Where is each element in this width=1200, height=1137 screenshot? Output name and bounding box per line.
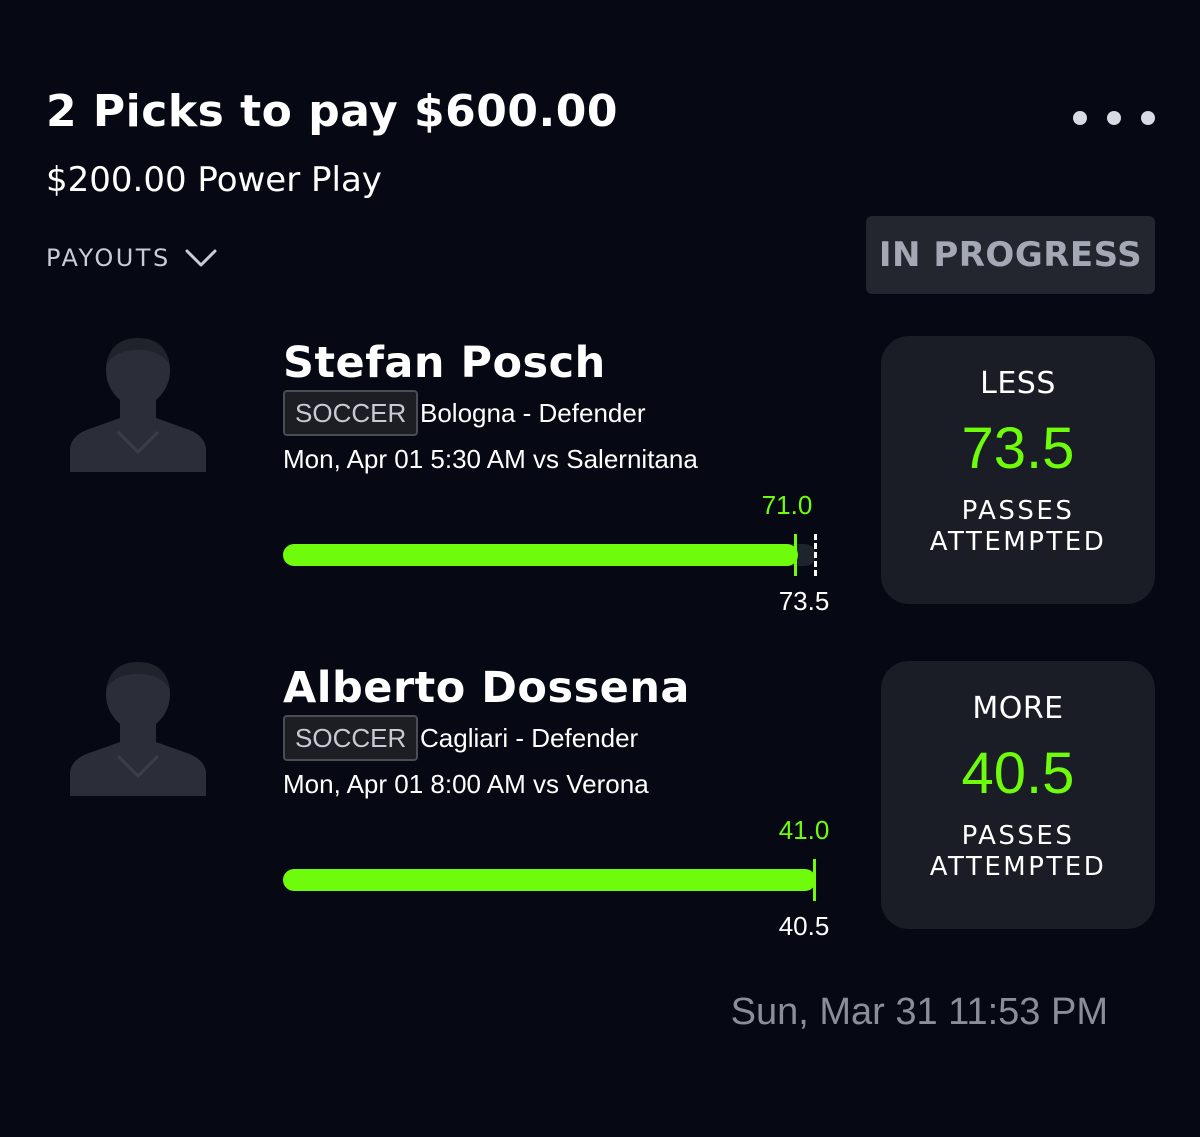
pick-direction: LESS (980, 366, 1056, 401)
player-avatar-icon (70, 660, 206, 796)
line-value: 73.5 (778, 586, 830, 616)
entry-timestamp: Sun, Mar 31 11:53 PM (730, 991, 1108, 1033)
current-stat-value: 41.0 (778, 815, 830, 845)
pick-direction: MORE (972, 691, 1064, 726)
progress-track (283, 544, 816, 566)
player-name[interactable]: Stefan Posch (283, 338, 606, 388)
pick-stat-type: PASSES ATTEMPTED (929, 496, 1107, 557)
line-marker (814, 534, 817, 576)
sport-chip: SOCCER (283, 715, 419, 761)
entry-subtitle: $200.00 Power Play (46, 160, 382, 200)
pick-card[interactable]: LESS 73.5 PASSES ATTEMPTED (881, 336, 1155, 604)
progress-fill (283, 869, 816, 891)
payouts-label: PAYOUTS (46, 244, 171, 272)
game-info: Mon, Apr 01 8:00 AM vs Verona (283, 769, 649, 799)
pick-stat-type: PASSES ATTEMPTED (929, 821, 1107, 882)
progress-track (283, 869, 816, 891)
team-position: Bologna - Defender (420, 398, 646, 428)
current-marker (813, 859, 816, 901)
current-marker (794, 534, 797, 576)
game-info: Mon, Apr 01 5:30 AM vs Salernitana (283, 444, 698, 474)
entry-title: 2 Picks to pay $600.00 (46, 86, 618, 137)
player-name[interactable]: Alberto Dossena (283, 663, 690, 713)
payouts-toggle[interactable]: PAYOUTS (46, 236, 217, 280)
sport-chip: SOCCER (283, 390, 419, 436)
team-position: Cagliari - Defender (420, 723, 639, 753)
current-stat-value: 71.0 (761, 490, 813, 520)
pick-line-value: 73.5 (961, 416, 1075, 481)
line-value: 40.5 (778, 911, 830, 941)
ellipsis-horizontal-icon (1073, 111, 1087, 125)
progress-fill (283, 544, 798, 566)
pick-card[interactable]: MORE 40.5 PASSES ATTEMPTED (881, 661, 1155, 929)
chevron-down-icon (185, 249, 217, 267)
more-options-button[interactable] (1066, 102, 1162, 134)
player-avatar-icon (70, 336, 206, 472)
ellipsis-dot (1107, 111, 1121, 125)
pick-line-value: 40.5 (961, 741, 1075, 806)
status-badge: IN PROGRESS (866, 216, 1155, 294)
ellipsis-dot (1141, 111, 1155, 125)
